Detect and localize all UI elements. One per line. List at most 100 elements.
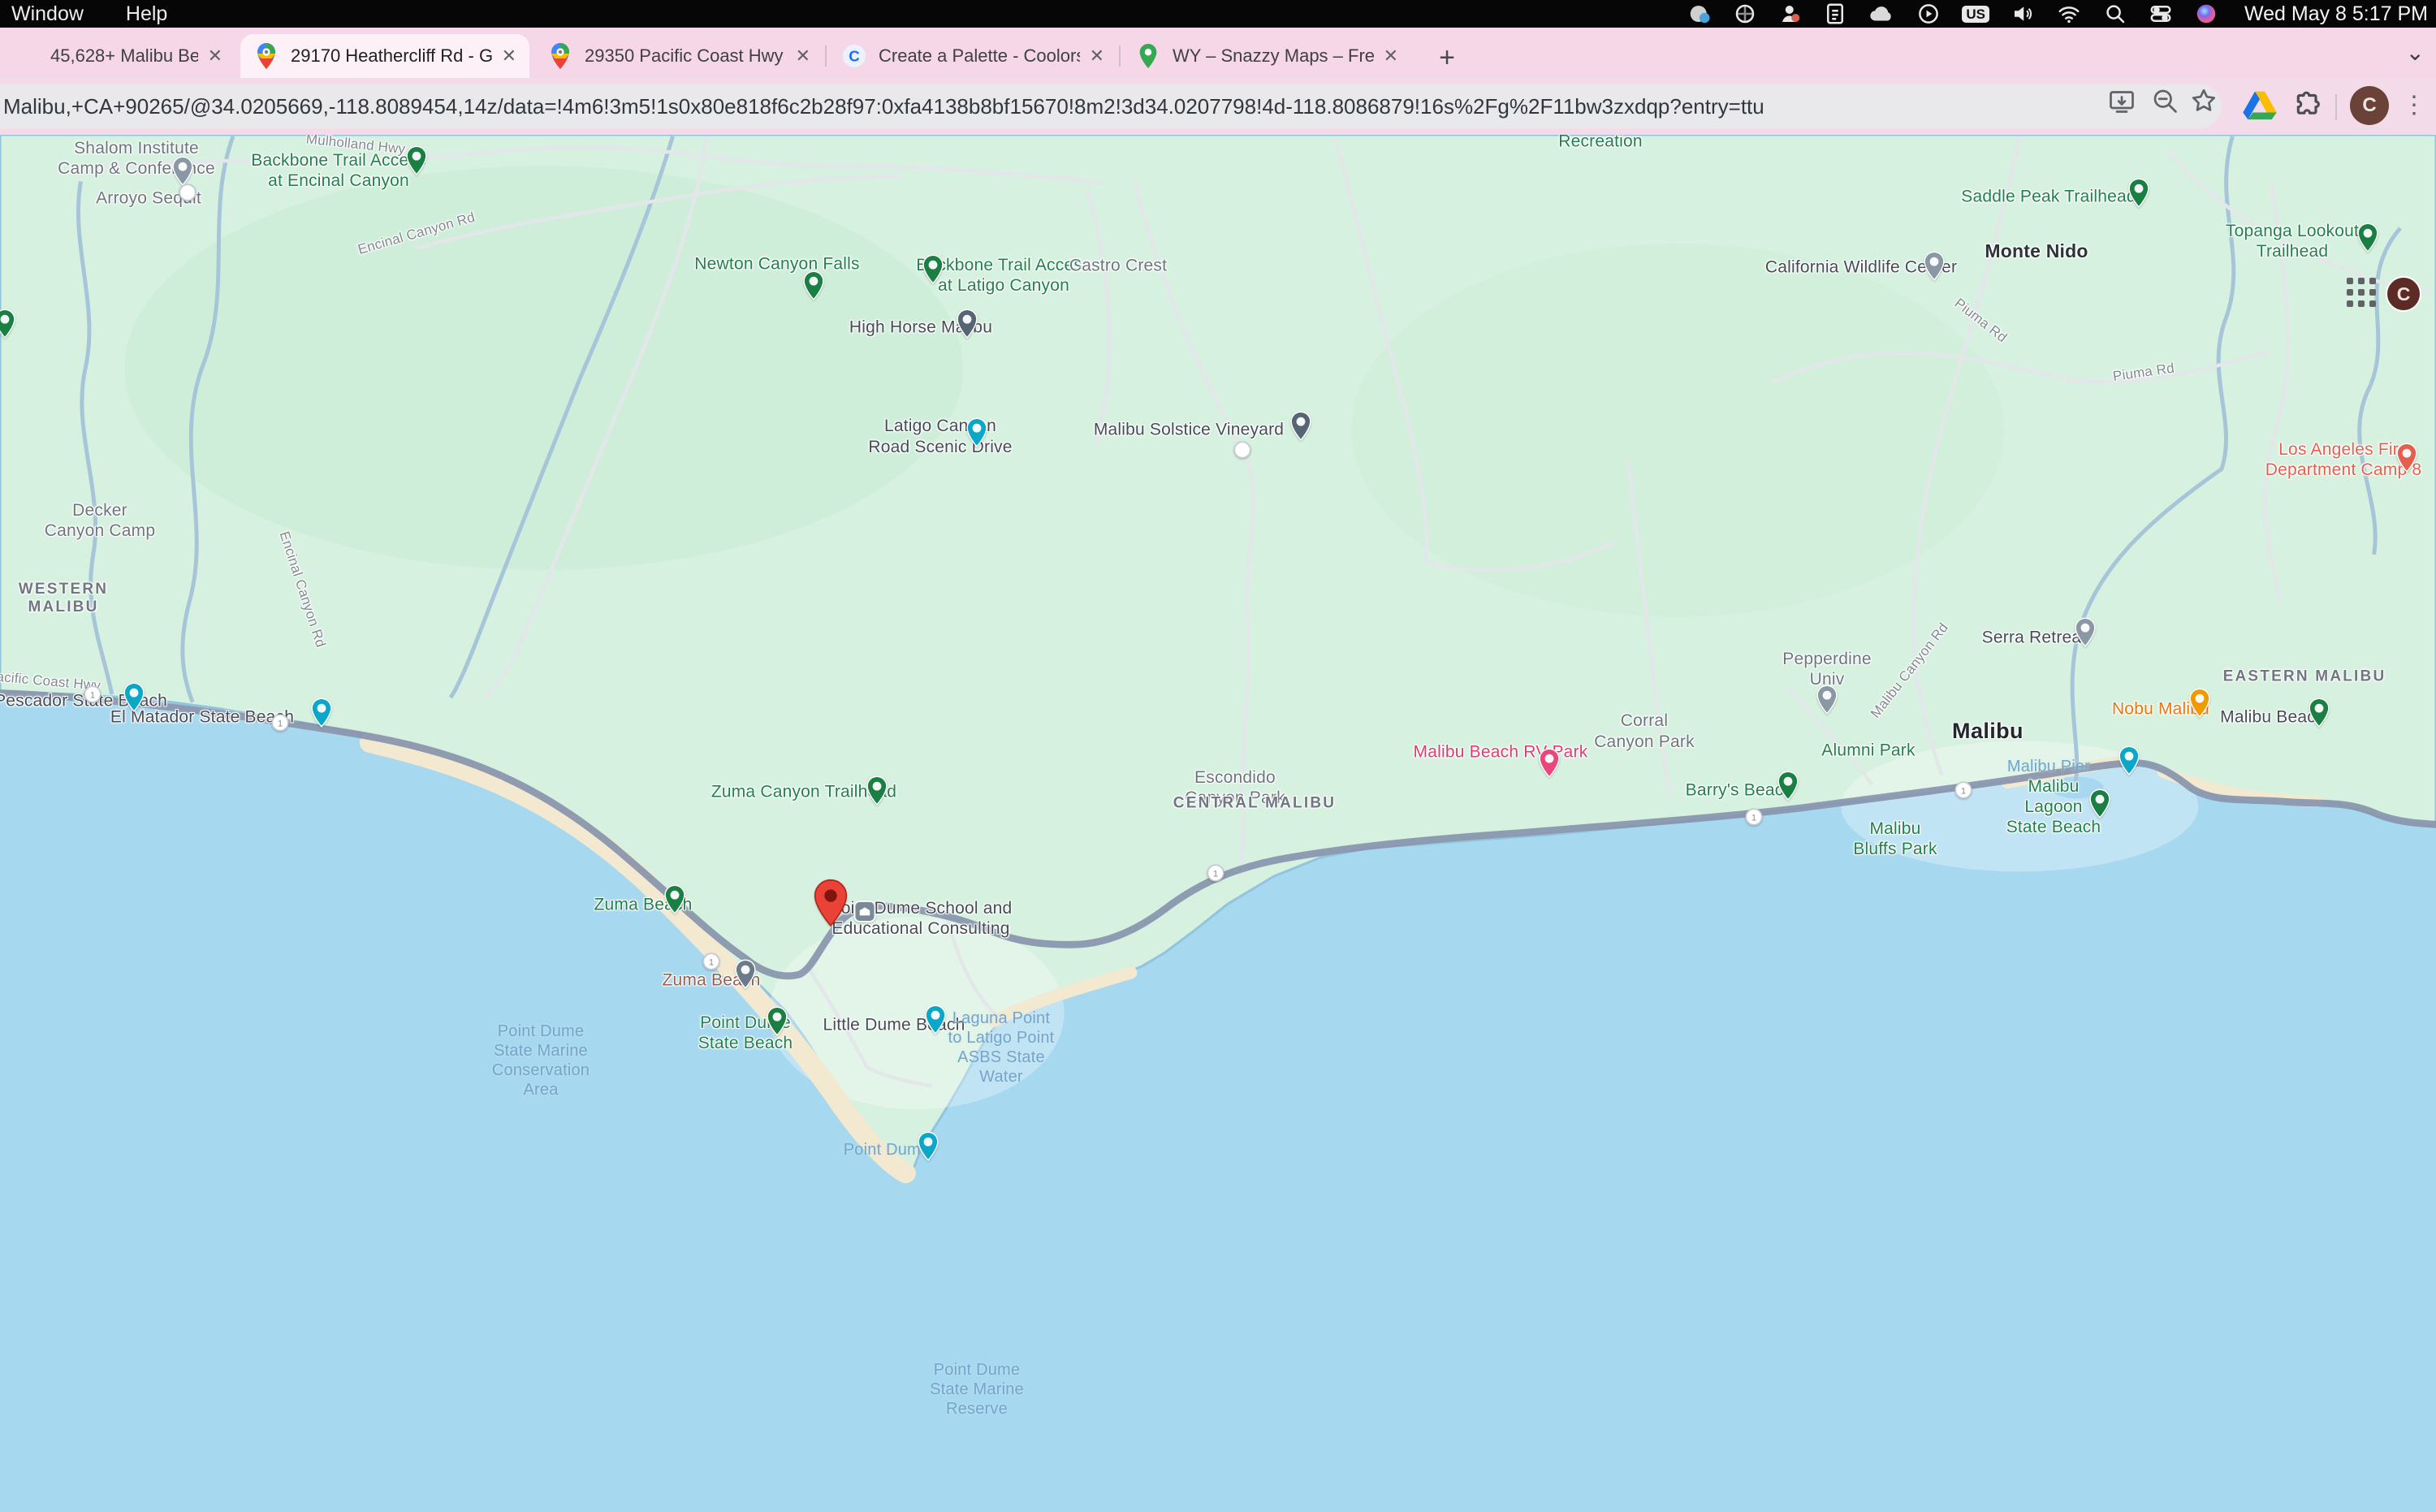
point-dume-school-icon[interactable]: [853, 899, 877, 923]
la-fire-department-camp-8-pin[interactable]: [2396, 443, 2417, 473]
svg-text:C: C: [849, 48, 859, 65]
tab-close-icon[interactable]: ✕: [796, 45, 810, 67]
malibu-pier-pin[interactable]: [2119, 745, 2140, 775]
tab-search-chevron-icon[interactable]: ⌄: [2406, 39, 2425, 66]
tab-3[interactable]: 29350 Pacific Coast Hwy - G✕: [534, 34, 823, 78]
el-matador-state-beach-pin[interactable]: [311, 698, 332, 728]
extensions-puzzle-icon[interactable]: [2291, 89, 2324, 126]
profile-avatar[interactable]: C: [2350, 86, 2389, 125]
el-pescador-state-beach-pin[interactable]: [123, 682, 145, 712]
menu-bar-clock: Wed May 8 5:17 PM: [2244, 2, 2428, 26]
high-horse-malibu-pin[interactable]: [957, 309, 978, 339]
tab-5[interactable]: WY – Snazzy Maps – Free Sty ✕: [1122, 34, 1411, 78]
apps-grid-icon[interactable]: [2347, 278, 2379, 310]
malibu-beach-rv-park-pin[interactable]: [1539, 749, 1560, 779]
notes-doc-icon[interactable]: [1824, 2, 1846, 26]
zuma-beach-park-pin[interactable]: [664, 884, 685, 914]
destination-marker-29170-heathercliff[interactable]: [814, 879, 848, 927]
california-wildlife-center-pin[interactable]: [1924, 251, 1945, 281]
route-shield-1: 1: [701, 951, 722, 972]
play-circle-icon[interactable]: [1916, 2, 1941, 26]
kebab-menu-icon[interactable]: ⋮: [2402, 84, 2426, 127]
zoom-icon[interactable]: [2150, 86, 2179, 115]
serra-retreat-pin[interactable]: [2075, 617, 2096, 647]
tab-close-icon[interactable]: ✕: [502, 45, 516, 67]
nobu-malibu-pin[interactable]: [2189, 688, 2210, 718]
pepperdine-univ-pin[interactable]: [1816, 685, 1838, 715]
barrys-beach-pin[interactable]: [1777, 771, 1799, 801]
svg-text:1: 1: [90, 690, 95, 700]
new-tab-button[interactable]: +: [1431, 42, 1463, 75]
password-person-icon[interactable]: [1778, 2, 1803, 26]
drive-extension-icon[interactable]: [2243, 89, 2277, 124]
toolbar-divider: [2335, 94, 2337, 120]
control-center-icon[interactable]: [2149, 2, 2173, 26]
route-shield-1: 1: [1953, 780, 1974, 801]
address-bar[interactable]: Malibu,+CA+90265/@34.0205669,-118.808945…: [0, 84, 2222, 128]
maps-favicon: [547, 43, 573, 69]
google-map-canvas[interactable]: Shalom InstituteCamp & ConferenceMulholl…: [0, 135, 2436, 1512]
tab-separator: [1119, 45, 1121, 67]
route-shield: [1232, 439, 1253, 460]
bookmark-star-icon[interactable]: [2189, 86, 2218, 115]
tab-1[interactable]: 45,628+ Malibu Beach Pictur ✕: [0, 34, 235, 78]
menu-window[interactable]: Window: [11, 2, 84, 26]
spotlight-search-icon[interactable]: [2103, 2, 2127, 26]
map-account-avatar[interactable]: C: [2386, 276, 2421, 312]
menu-items: Window Help: [0, 2, 167, 26]
malibu-beach-pin[interactable]: [2309, 698, 2330, 728]
topanga-lookout-trailhead-pin[interactable]: [2357, 222, 2378, 253]
zuma-beach-pin[interactable]: [735, 959, 756, 989]
greenpin-favicon: [1135, 43, 1161, 69]
menu-help[interactable]: Help: [126, 2, 167, 26]
menu-bar-status-area: US Wed May 8 5:17 PM: [1687, 0, 2428, 28]
tab-separator: [825, 45, 827, 67]
wifi-icon[interactable]: [2056, 2, 2082, 26]
malibu-solstice-vineyard-pin[interactable]: [1290, 411, 1311, 441]
svg-text:1: 1: [1961, 787, 1966, 797]
tab-title: WY – Snazzy Maps – Free Sty: [1173, 45, 1374, 67]
tab-close-icon[interactable]: ✕: [1090, 45, 1104, 67]
url-text[interactable]: Malibu,+CA+90265/@34.0205669,-118.808945…: [3, 84, 1855, 128]
svg-text:1: 1: [709, 957, 714, 967]
backbone-trail-encinal-pin[interactable]: [406, 145, 427, 175]
send-to-device-icon[interactable]: [2107, 86, 2136, 115]
route-shield-1: 1: [1205, 862, 1226, 883]
malibu-lagoon-state-beach-pin[interactable]: [2089, 788, 2110, 819]
browser-toolbar: Malibu,+CA+90265/@34.0205669,-118.808945…: [0, 78, 2436, 135]
macos-menu-bar: Window Help US Wed May 8 5:17 PM: [0, 0, 2436, 28]
svg-text:1: 1: [278, 719, 283, 729]
siri-icon[interactable]: [2194, 2, 2218, 26]
route-shield-1: 1: [1743, 806, 1764, 827]
route-shield-1: 1: [270, 712, 291, 733]
keyboard-us-badge-label: US: [1962, 6, 1989, 23]
tab-title: 45,628+ Malibu Beach Pictur: [50, 45, 198, 67]
map-pins-layer: 1 1 1 1 1 1: [0, 135, 2436, 1512]
tab-close-icon[interactable]: ✕: [208, 45, 222, 67]
tab-4[interactable]: C Create a Palette - Coolors ✕: [828, 34, 1117, 78]
keyboard-us-badge[interactable]: US: [1962, 2, 1989, 26]
route-shield: [177, 182, 198, 203]
coolors-favicon: C: [841, 43, 867, 69]
edge-park-pin[interactable]: [0, 309, 15, 339]
cloud-icon[interactable]: [1868, 2, 1895, 26]
point-dume-pin[interactable]: [918, 1131, 939, 1161]
svg-text:1: 1: [1213, 869, 1218, 879]
volume-icon[interactable]: [2011, 2, 2035, 26]
tab-title: Create a Palette - Coolors: [879, 45, 1080, 67]
zuma-canyon-trailhead-pin[interactable]: [866, 775, 888, 806]
backbone-trail-latigo-pin[interactable]: [922, 254, 944, 284]
app-badge-icon[interactable]: [1687, 2, 1712, 26]
tab-2-active[interactable]: 29170 Heathercliff Rd - Goog ✕: [240, 34, 529, 78]
route-shield-1: 1: [82, 684, 103, 705]
little-dume-beach-pin[interactable]: [925, 1004, 946, 1035]
latigo-scenic-drive-pin[interactable]: [966, 417, 987, 447]
tab-title: 29170 Heathercliff Rd - Goog: [291, 45, 492, 67]
browser-tab-strip: 45,628+ Malibu Beach Pictur✕29170 Heathe…: [0, 28, 2436, 78]
screen-record-icon[interactable]: [1733, 2, 1757, 26]
saddle-peak-trailhead-pin[interactable]: [2128, 178, 2149, 208]
tab-close-icon[interactable]: ✕: [1384, 45, 1398, 67]
no-favicon: [13, 43, 39, 69]
newton-canyon-falls-pin[interactable]: [803, 270, 824, 300]
point-dume-state-beach-pin[interactable]: [767, 1006, 788, 1036]
